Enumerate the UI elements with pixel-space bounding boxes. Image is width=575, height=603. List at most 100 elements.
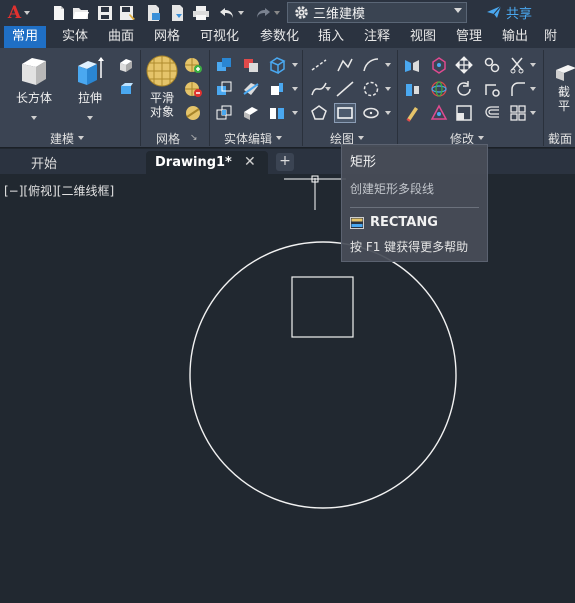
polysolid-button[interactable]	[117, 80, 135, 98]
rotate-button[interactable]	[455, 80, 473, 98]
mirror-button[interactable]	[403, 56, 421, 74]
3d-rotate-button[interactable]	[403, 80, 421, 98]
panel-divider	[543, 50, 544, 146]
thicken-icon	[244, 107, 258, 120]
share-label: 共享	[506, 6, 533, 22]
box-button[interactable]: 长方体	[12, 54, 56, 120]
drawing-canvas[interactable]	[0, 174, 575, 603]
3d-align-button[interactable]	[430, 104, 448, 122]
array-button[interactable]	[509, 104, 527, 122]
tab-parametric[interactable]: 参数化	[252, 26, 307, 48]
tab-view[interactable]: 视图	[402, 26, 444, 48]
section-plane-button[interactable]: 截平	[552, 62, 575, 113]
extract-edges-button[interactable]	[268, 56, 286, 74]
tab-start[interactable]: 开始	[6, 151, 146, 174]
stretch-button[interactable]	[483, 80, 501, 98]
ellipse-button[interactable]	[362, 104, 380, 122]
tab-output[interactable]: 输出	[494, 26, 536, 48]
chevron-down-icon[interactable]	[530, 111, 536, 115]
printer-icon	[193, 6, 209, 20]
tab-manage[interactable]: 管理	[448, 26, 490, 48]
chevron-down-icon[interactable]	[292, 111, 298, 115]
offset-button[interactable]	[483, 104, 501, 122]
construction-line-icon	[336, 81, 354, 97]
open-file-button[interactable]	[71, 3, 91, 23]
chevron-down-icon[interactable]	[292, 87, 298, 91]
extrude-faces-button[interactable]	[268, 80, 286, 98]
new-file-icon	[54, 6, 64, 20]
tab-insert[interactable]: 插入	[310, 26, 352, 48]
launcher-arrow-icon: ↘	[190, 133, 198, 143]
drawn-circle[interactable]	[189, 241, 457, 509]
close-icon[interactable]: ✕	[244, 154, 256, 170]
chevron-down-icon[interactable]	[385, 111, 391, 115]
trim-button[interactable]	[509, 56, 527, 74]
tab-home[interactable]: 常用	[4, 26, 47, 48]
union-button[interactable]	[215, 56, 233, 74]
polygon-icon	[311, 105, 327, 120]
separate-button[interactable]	[268, 104, 286, 122]
scale-button[interactable]	[455, 104, 473, 122]
viewport-controls-label[interactable]: [−][俯视][二维线框]	[4, 182, 114, 199]
arc-button[interactable]	[362, 56, 380, 74]
plot-button[interactable]	[191, 3, 211, 23]
app-menu-button[interactable]: A	[4, 3, 34, 23]
move-button[interactable]	[455, 56, 473, 74]
circle-button[interactable]	[362, 80, 380, 98]
copy-button[interactable]	[483, 56, 501, 74]
document-tab-bar: 开始 Drawing1* ✕ +	[0, 149, 575, 174]
mesh-remove-button[interactable]	[184, 80, 202, 98]
tab-surface[interactable]: 曲面	[100, 26, 142, 48]
new-tab-button[interactable]: +	[276, 153, 294, 171]
slice-button[interactable]	[242, 80, 260, 98]
3d-move-button[interactable]	[430, 56, 448, 74]
tab-visualize[interactable]: 可视化	[192, 26, 247, 48]
chevron-down-icon[interactable]	[530, 87, 536, 91]
3d-rotate-gizmo-button[interactable]	[430, 80, 448, 98]
panel-modeling-title[interactable]: 建模	[50, 130, 85, 146]
open-from-web-button[interactable]	[144, 3, 164, 23]
drawn-rectangle[interactable]	[291, 276, 354, 338]
chevron-down-icon[interactable]	[385, 63, 391, 67]
panel-solid-edit-title[interactable]: 实体编辑	[224, 130, 283, 146]
smooth-object-button[interactable]: 平滑 对象	[143, 54, 181, 119]
subtract-button[interactable]	[215, 80, 233, 98]
presspull-button[interactable]	[117, 56, 135, 74]
line-button[interactable]	[310, 56, 328, 74]
construction-line-button[interactable]	[336, 80, 354, 98]
chevron-down-icon[interactable]	[325, 87, 331, 91]
rectangle-button[interactable]	[334, 103, 356, 123]
erase-button[interactable]	[403, 104, 421, 122]
thicken-button[interactable]	[242, 104, 260, 122]
chevron-down-icon[interactable]	[530, 63, 536, 67]
tab-addins[interactable]: 附加	[536, 26, 575, 66]
smooth-object-label: 平滑 对象	[150, 91, 174, 119]
save-as-button[interactable]	[118, 3, 138, 23]
chevron-down-icon[interactable]	[385, 87, 391, 91]
save-button[interactable]	[95, 3, 115, 23]
tab-mesh[interactable]: 网格	[146, 26, 188, 48]
save-to-web-button[interactable]	[168, 3, 188, 23]
scissors-icon	[510, 57, 524, 74]
tab-annotate[interactable]: 注释	[356, 26, 398, 48]
mesh-refine-icon	[186, 106, 200, 120]
mesh-refine-button[interactable]	[184, 104, 202, 122]
panel-section-title[interactable]: 截面	[548, 130, 572, 146]
polyline-button[interactable]	[336, 56, 354, 74]
share-button[interactable]: 共享	[486, 2, 532, 22]
redo-button[interactable]	[252, 3, 282, 23]
fillet-button[interactable]	[509, 80, 527, 98]
interfere-button[interactable]	[242, 56, 260, 74]
intersect-button[interactable]	[215, 104, 233, 122]
drawing-viewport[interactable]: [−][俯视][二维线框]	[0, 174, 575, 603]
polygon-button[interactable]	[310, 104, 328, 122]
panel-mesh-title[interactable]: 网格 ↘	[156, 130, 198, 146]
extrude-button[interactable]: 拉伸	[68, 54, 112, 120]
undo-button[interactable]	[216, 3, 246, 23]
presspull-icon	[120, 59, 132, 72]
new-file-button[interactable]	[49, 3, 69, 23]
tab-solid[interactable]: 实体	[54, 26, 96, 48]
chevron-down-icon[interactable]	[292, 63, 298, 67]
mesh-add-button[interactable]	[184, 56, 202, 74]
workspace-select[interactable]: 三维建模	[287, 2, 467, 23]
